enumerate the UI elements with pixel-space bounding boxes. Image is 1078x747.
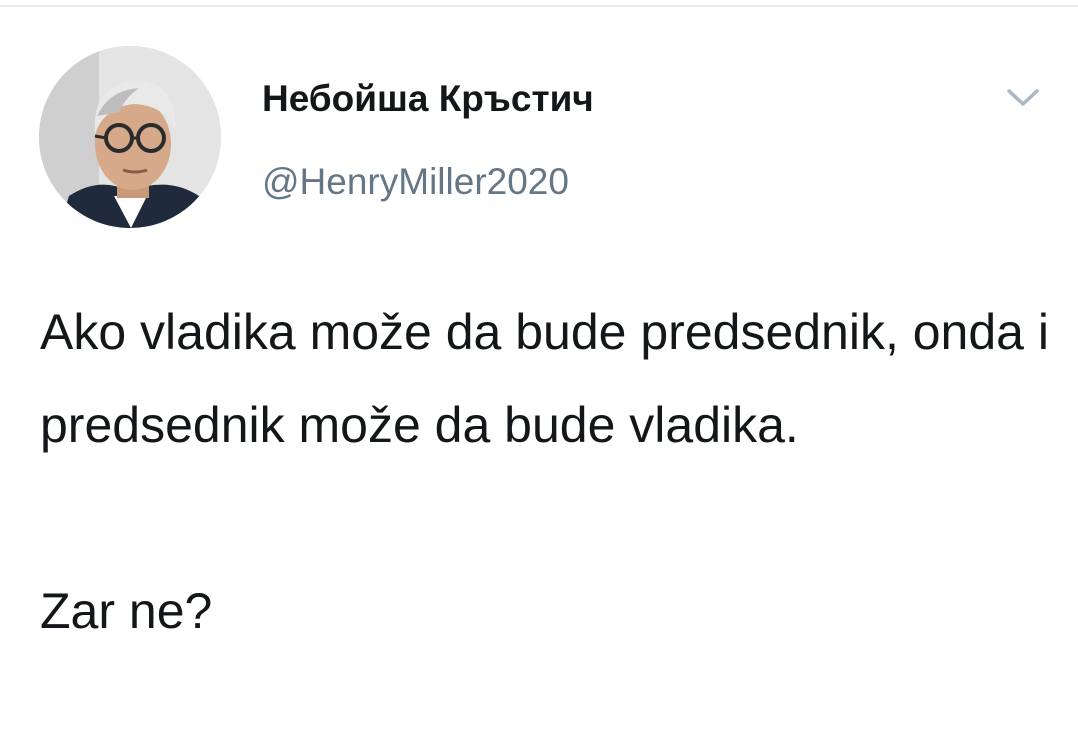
avatar[interactable] [39,46,221,228]
divider [0,5,1078,7]
display-name[interactable]: Небойша Кръстич [262,75,594,123]
user-handle[interactable]: @HenryMiller2020 [262,158,569,206]
profile-photo-icon [39,46,221,228]
tweet-card: Небойша Кръстич @HenryMiller2020 Ako vla… [0,0,1078,747]
tweet-text: Ako vladika može da bude predsednik, ond… [40,304,1049,639]
chevron-down-icon[interactable] [1000,82,1046,112]
